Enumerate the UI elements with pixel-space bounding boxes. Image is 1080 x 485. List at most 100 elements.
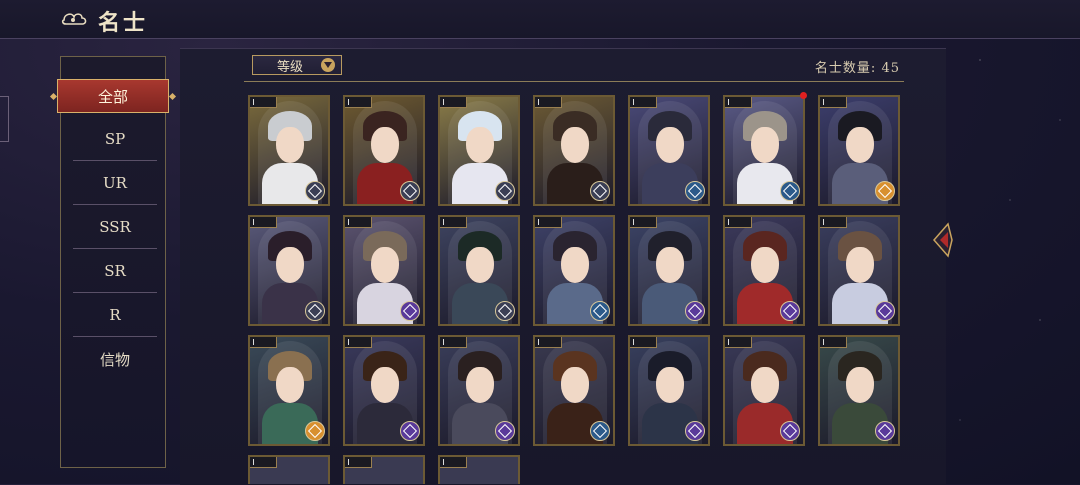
hero-card[interactable]: [818, 95, 900, 206]
hero-card[interactable]: [438, 95, 520, 206]
hero-card[interactable]: [723, 95, 805, 206]
page-arrow-icon[interactable]: [932, 218, 954, 262]
faction-emblem-icon: [305, 181, 325, 201]
portrait-face: [846, 367, 874, 403]
rarity-filter-sidebar: 全部 SP UR SSR SR R 信物: [57, 56, 169, 468]
filter-token[interactable]: 信物: [73, 337, 157, 381]
level-badge: [345, 97, 372, 108]
left-edge-tab[interactable]: [0, 96, 9, 142]
sort-label: 等级: [277, 59, 304, 75]
portrait-face: [751, 367, 779, 403]
filter-ur[interactable]: UR: [73, 161, 157, 205]
portrait-face: [276, 247, 304, 283]
hero-card-partial[interactable]: [438, 455, 520, 484]
faction-emblem-icon: [780, 421, 800, 441]
level-badge: [440, 457, 467, 468]
page-title: 名士: [98, 10, 149, 36]
portrait-face: [466, 367, 494, 403]
portrait-face: [561, 367, 589, 403]
portrait-face: [561, 127, 589, 163]
portrait-face: [751, 127, 779, 163]
faction-emblem-icon: [590, 181, 610, 201]
portrait-face: [846, 127, 874, 163]
hero-card[interactable]: [248, 215, 330, 326]
filter-sr[interactable]: SR: [73, 249, 157, 293]
filter-sp[interactable]: SP: [73, 117, 157, 161]
faction-emblem-icon: [875, 301, 895, 321]
faction-emblem-icon: [305, 421, 325, 441]
hero-card[interactable]: [248, 335, 330, 446]
hero-card[interactable]: [248, 95, 330, 206]
hero-card[interactable]: [723, 215, 805, 326]
faction-emblem-icon: [400, 421, 420, 441]
portrait-face: [276, 367, 304, 403]
portrait-face: [276, 127, 304, 163]
level-badge: [820, 97, 847, 108]
level-badge: [250, 97, 277, 108]
filter-all-active[interactable]: 全部: [57, 79, 169, 113]
level-badge: [535, 337, 562, 348]
portrait-face: [656, 247, 684, 283]
top-bar: 名士: [0, 0, 1080, 39]
level-badge: [250, 217, 277, 228]
hero-card[interactable]: [438, 335, 520, 446]
hero-card[interactable]: [818, 335, 900, 446]
hero-card[interactable]: [343, 335, 425, 446]
cloud-back-icon: [61, 13, 87, 25]
portrait-face: [466, 247, 494, 283]
faction-emblem-icon: [685, 301, 705, 321]
portrait-face: [656, 127, 684, 163]
hero-card[interactable]: [818, 215, 900, 326]
divider-line: [244, 81, 904, 82]
hero-card[interactable]: [533, 95, 615, 206]
portrait-face: [751, 247, 779, 283]
hero-card[interactable]: [438, 215, 520, 326]
faction-emblem-icon: [685, 421, 705, 441]
portrait-face: [561, 247, 589, 283]
hero-card[interactable]: [343, 95, 425, 206]
hero-card[interactable]: [533, 215, 615, 326]
filter-ssr[interactable]: SSR: [73, 205, 157, 249]
level-badge: [725, 97, 752, 108]
hero-card-partial[interactable]: [248, 455, 330, 484]
hero-card-partial[interactable]: [343, 455, 425, 484]
level-badge: [535, 217, 562, 228]
portrait-face: [466, 127, 494, 163]
faction-emblem-icon: [495, 421, 515, 441]
count-value: 45: [881, 61, 900, 76]
faction-emblem-icon: [495, 301, 515, 321]
level-badge: [630, 97, 657, 108]
level-badge: [440, 97, 467, 108]
hero-card[interactable]: [628, 215, 710, 326]
back-button[interactable]: [58, 7, 92, 29]
chevron-down-icon: [321, 58, 335, 72]
faction-emblem-icon: [780, 181, 800, 201]
level-badge: [345, 337, 372, 348]
faction-emblem-icon: [495, 181, 515, 201]
faction-emblem-icon: [685, 181, 705, 201]
level-badge: [630, 337, 657, 348]
hero-card[interactable]: [628, 335, 710, 446]
level-badge: [250, 337, 277, 348]
sort-dropdown[interactable]: 等级: [252, 55, 342, 75]
level-badge: [345, 217, 372, 228]
hero-card[interactable]: [343, 215, 425, 326]
level-badge: [725, 337, 752, 348]
hero-card[interactable]: [628, 95, 710, 206]
faction-emblem-icon: [400, 301, 420, 321]
faction-emblem-icon: [400, 181, 420, 201]
level-badge: [440, 337, 467, 348]
level-badge: [535, 97, 562, 108]
faction-emblem-icon: [780, 301, 800, 321]
hero-count: 名士数量: 45: [815, 57, 900, 76]
level-badge: [345, 457, 372, 468]
notification-dot: [800, 92, 807, 99]
hero-card[interactable]: [533, 335, 615, 446]
hero-card[interactable]: [723, 335, 805, 446]
portrait-face: [371, 367, 399, 403]
faction-emblem-icon: [305, 301, 325, 321]
filter-r[interactable]: R: [73, 293, 157, 337]
faction-emblem-icon: [875, 421, 895, 441]
portrait-face: [656, 367, 684, 403]
faction-emblem-icon: [590, 421, 610, 441]
